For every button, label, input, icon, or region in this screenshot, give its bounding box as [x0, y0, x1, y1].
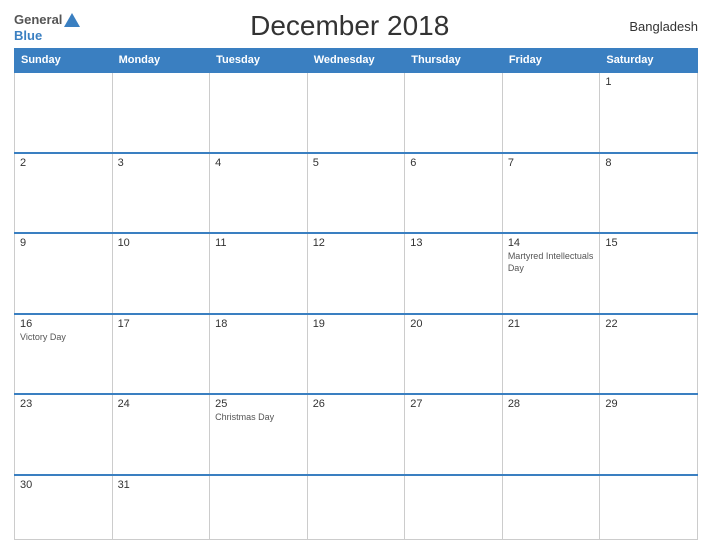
calendar-cell: 22	[600, 314, 698, 395]
calendar-cell	[210, 475, 308, 540]
calendar-table: SundayMondayTuesdayWednesdayThursdayFrid…	[14, 48, 698, 540]
logo-general-text: General	[14, 13, 62, 26]
day-number: 27	[410, 398, 497, 410]
calendar-cell: 7	[502, 153, 600, 234]
calendar-cell: 31	[112, 475, 210, 540]
calendar-week-row: 2345678	[15, 153, 698, 234]
calendar-cell: 20	[405, 314, 503, 395]
day-number: 5	[313, 157, 400, 169]
country-label: Bangladesh	[618, 19, 698, 34]
calendar-cell: 23	[15, 394, 113, 475]
day-number: 29	[605, 398, 692, 410]
day-number: 3	[118, 157, 205, 169]
calendar-cell: 29	[600, 394, 698, 475]
day-number: 19	[313, 318, 400, 330]
calendar-week-row: 9 10 11 12 13 14 Martyred Intellectuals Day 15	[15, 233, 698, 314]
calendar-cell: 18	[210, 314, 308, 395]
day-number: 22	[605, 318, 692, 330]
calendar-cell: 14 Martyred Intellectuals Day	[502, 233, 600, 314]
day-number: 15	[605, 237, 692, 249]
calendar-cell	[502, 72, 600, 153]
weekday-header-monday: Monday	[112, 49, 210, 73]
calendar-cell: 28	[502, 394, 600, 475]
calendar-cell: 6	[405, 153, 503, 234]
calendar-week-row: 1	[15, 72, 698, 153]
day-number: 17	[118, 318, 205, 330]
day-number: 18	[215, 318, 302, 330]
calendar-week-row: 16 Victory Day 17 18 19 20 21 22	[15, 314, 698, 395]
calendar-cell: 21	[502, 314, 600, 395]
calendar-cell: 19	[307, 314, 405, 395]
calendar-cell: 26	[307, 394, 405, 475]
day-number: 25	[215, 398, 302, 410]
weekday-header-thursday: Thursday	[405, 49, 503, 73]
logo-blue-text: Blue	[14, 29, 42, 42]
weekday-header-tuesday: Tuesday	[210, 49, 308, 73]
day-number: 23	[20, 398, 107, 410]
calendar-cell	[307, 72, 405, 153]
day-number: 7	[508, 157, 595, 169]
calendar-cell	[600, 475, 698, 540]
calendar-cell: 24	[112, 394, 210, 475]
calendar-cell: 2	[15, 153, 113, 234]
day-number: 21	[508, 318, 595, 330]
calendar-cell: 4	[210, 153, 308, 234]
day-number: 10	[118, 237, 205, 249]
weekday-header-friday: Friday	[502, 49, 600, 73]
calendar-cell	[15, 72, 113, 153]
day-number: 6	[410, 157, 497, 169]
day-number: 4	[215, 157, 302, 169]
calendar-cell	[307, 475, 405, 540]
day-number: 31	[118, 479, 205, 491]
calendar-cell: 5	[307, 153, 405, 234]
day-number: 16	[20, 318, 107, 330]
calendar-cell: 15	[600, 233, 698, 314]
day-number: 9	[20, 237, 107, 249]
day-event: Victory Day	[20, 332, 107, 344]
calendar-cell	[112, 72, 210, 153]
calendar-cell: 10	[112, 233, 210, 314]
logo-icon	[63, 11, 81, 29]
calendar-title: December 2018	[81, 10, 618, 42]
calendar-cell: 17	[112, 314, 210, 395]
calendar-cell: 25 Christmas Day	[210, 394, 308, 475]
calendar-cell: 30	[15, 475, 113, 540]
day-number: 12	[313, 237, 400, 249]
day-event: Martyred Intellectuals Day	[508, 251, 595, 274]
day-number: 28	[508, 398, 595, 410]
calendar-cell: 16 Victory Day	[15, 314, 113, 395]
weekday-header-sunday: Sunday	[15, 49, 113, 73]
calendar-page: General Blue December 2018 Bangladesh Su…	[0, 0, 712, 550]
calendar-week-row: 30 31	[15, 475, 698, 540]
calendar-cell: 9	[15, 233, 113, 314]
day-number: 8	[605, 157, 692, 169]
calendar-header: General Blue December 2018 Bangladesh	[14, 10, 698, 42]
weekday-header-saturday: Saturday	[600, 49, 698, 73]
day-number: 14	[508, 237, 595, 249]
calendar-cell: 27	[405, 394, 503, 475]
calendar-cell: 11	[210, 233, 308, 314]
calendar-cell	[405, 72, 503, 153]
calendar-week-row: 23 24 25 Christmas Day 26 27 28 29	[15, 394, 698, 475]
calendar-cell	[210, 72, 308, 153]
calendar-cell: 3	[112, 153, 210, 234]
calendar-cell	[405, 475, 503, 540]
day-event: Christmas Day	[215, 412, 302, 424]
calendar-cell: 1	[600, 72, 698, 153]
weekday-header-row: SundayMondayTuesdayWednesdayThursdayFrid…	[15, 49, 698, 73]
logo: General Blue	[14, 11, 81, 42]
day-number: 1	[605, 76, 692, 88]
calendar-cell	[502, 475, 600, 540]
day-number: 13	[410, 237, 497, 249]
calendar-cell: 8	[600, 153, 698, 234]
calendar-cell: 13	[405, 233, 503, 314]
day-number: 26	[313, 398, 400, 410]
day-number: 20	[410, 318, 497, 330]
day-number: 30	[20, 479, 107, 491]
calendar-cell: 12	[307, 233, 405, 314]
day-number: 11	[215, 237, 302, 249]
weekday-header-wednesday: Wednesday	[307, 49, 405, 73]
day-number: 2	[20, 157, 107, 169]
day-number: 24	[118, 398, 205, 410]
